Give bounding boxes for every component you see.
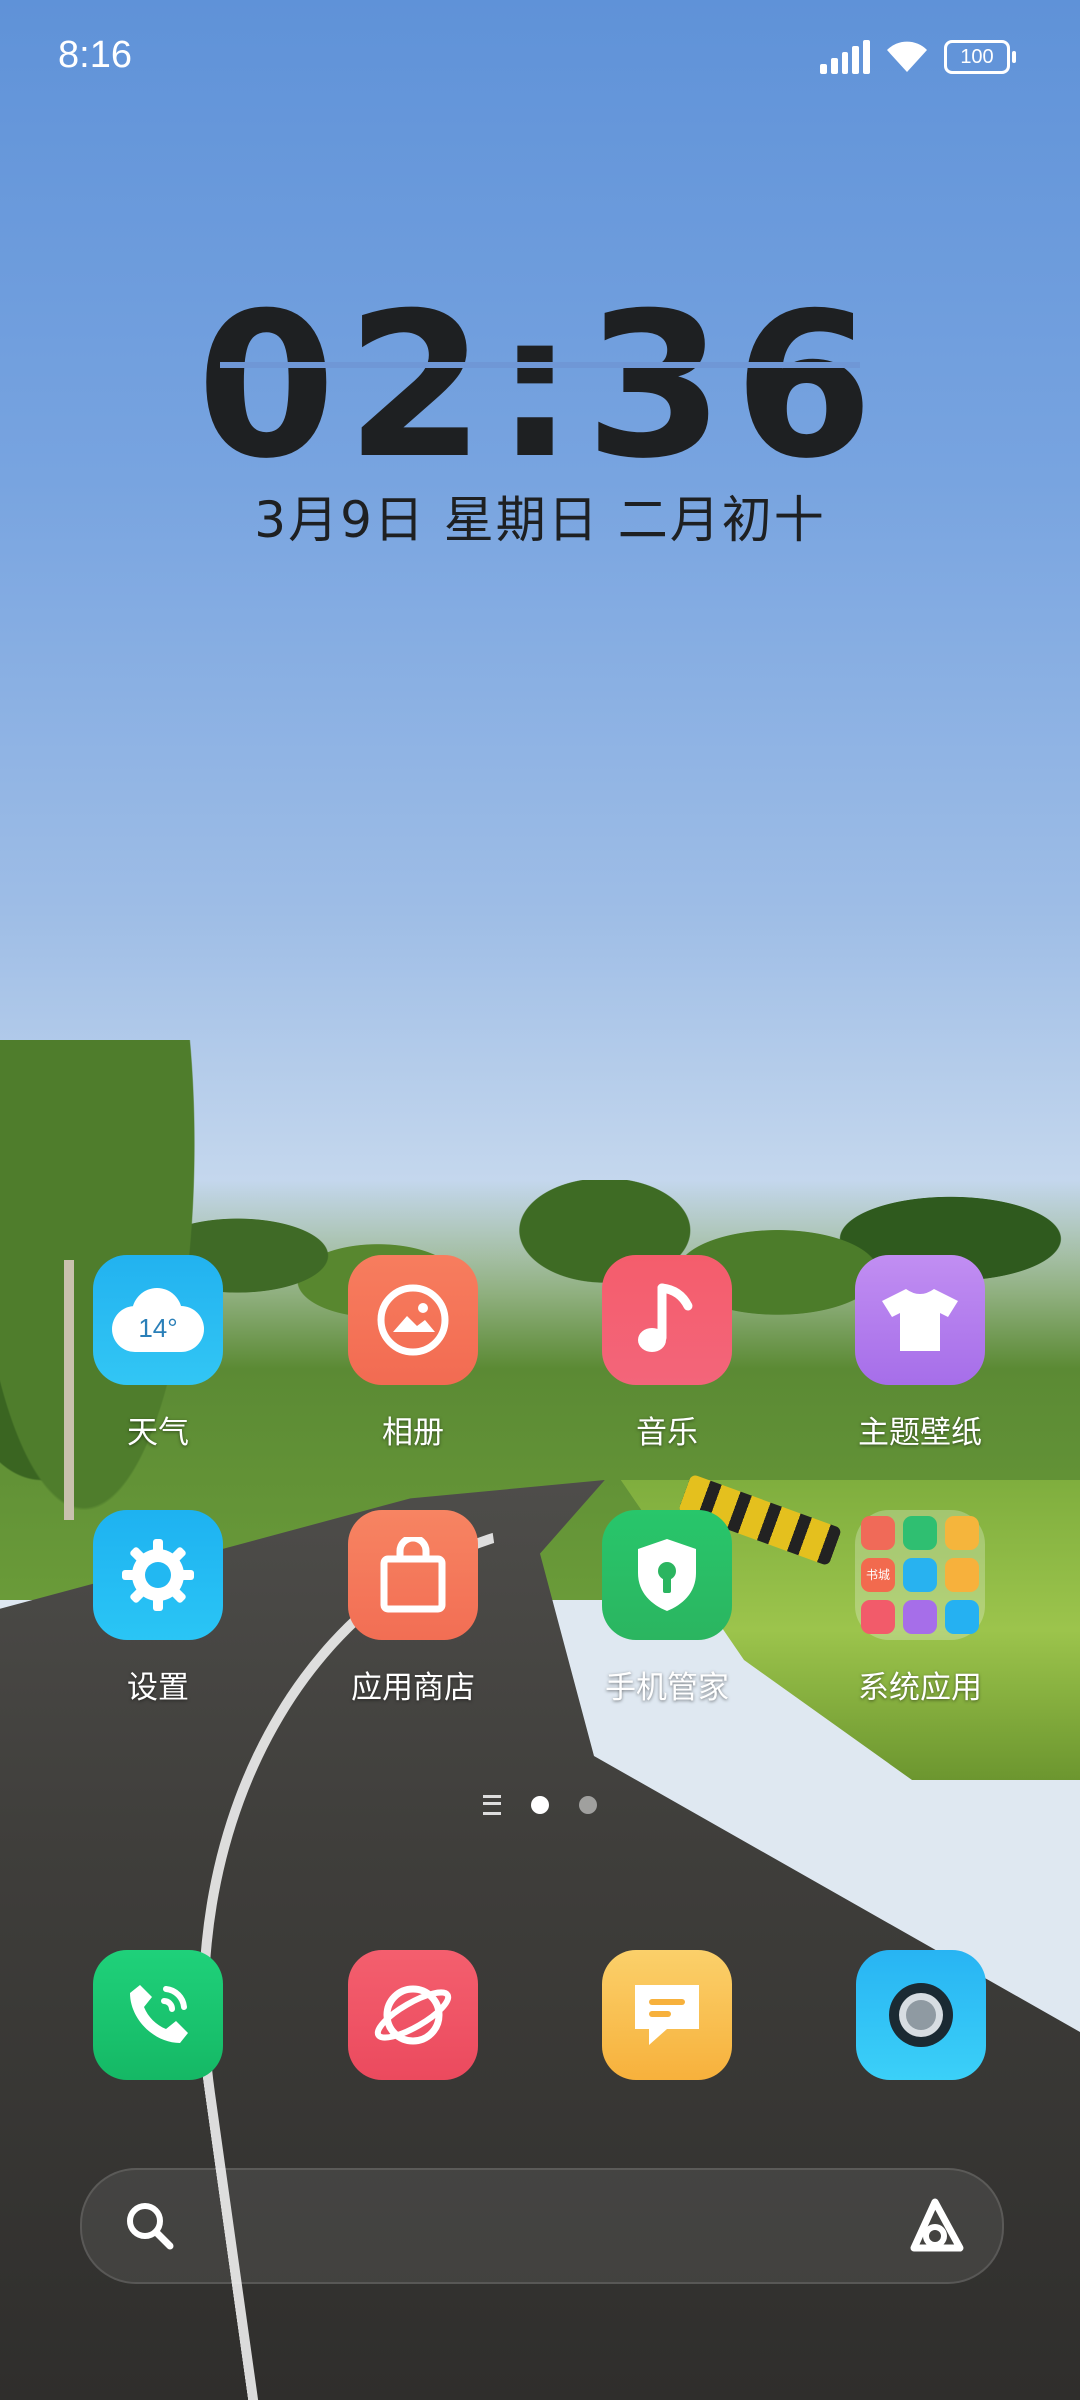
clock-divider [220, 362, 860, 368]
page-dot[interactable] [579, 1796, 597, 1814]
home-screen: 8:16 100 02:36 3月9日 星期日 二月初十 14° 天气 相册 音… [0, 0, 1080, 2400]
page-dot-active[interactable] [531, 1796, 549, 1814]
shield-lock-icon [602, 1510, 732, 1640]
folder-icon: 书城 [855, 1510, 985, 1640]
app-themes[interactable]: 主题壁纸 [820, 1255, 1020, 1452]
app-label: 手机管家 [605, 1670, 729, 1706]
search-icon[interactable] [122, 2198, 178, 2254]
weather-temp: 14° [138, 1313, 178, 1343]
app-label: 主题壁纸 [858, 1415, 982, 1451]
folder-system-apps[interactable]: 书城 系统应用 [820, 1510, 1020, 1707]
assistant-icon[interactable] [904, 2196, 966, 2256]
clock-widget-time[interactable]: 02:36 [0, 270, 1080, 503]
app-label: 天气 [127, 1415, 189, 1451]
app-label: 相册 [382, 1415, 444, 1451]
app-music[interactable]: 音乐 [567, 1255, 767, 1452]
gear-icon [93, 1510, 223, 1640]
app-label: 系统应用 [858, 1670, 982, 1706]
app-drawer-icon[interactable] [483, 1795, 501, 1815]
weather-icon: 14° [93, 1255, 223, 1385]
messages-app-icon[interactable] [602, 1950, 732, 2080]
search-bar[interactable] [80, 2168, 1004, 2284]
shopping-bag-icon [348, 1510, 478, 1640]
app-gallery[interactable]: 相册 [313, 1255, 513, 1452]
app-label: 音乐 [636, 1415, 698, 1451]
app-weather[interactable]: 14° 天气 [58, 1255, 258, 1452]
status-time: 8:16 [58, 34, 132, 76]
clock-widget-date[interactable]: 3月9日 星期日 二月初十 [0, 480, 1080, 552]
app-label: 设置 [127, 1670, 189, 1706]
app-security[interactable]: 手机管家 [567, 1510, 767, 1707]
tshirt-icon [855, 1255, 985, 1385]
music-note-icon [602, 1255, 732, 1385]
status-bar: 8:16 100 [0, 0, 1080, 110]
page-indicator[interactable] [0, 1795, 1080, 1815]
app-settings[interactable]: 设置 [58, 1510, 258, 1707]
phone-app-icon[interactable] [93, 1950, 223, 2080]
camera-app-icon[interactable] [856, 1950, 986, 2080]
app-label: 应用商店 [351, 1670, 475, 1706]
folder-mini-book-icon: 书城 [861, 1558, 895, 1592]
app-store[interactable]: 应用商店 [313, 1510, 513, 1707]
gallery-icon [348, 1255, 478, 1385]
battery-icon: 100 [944, 40, 1016, 74]
signal-icon [820, 40, 870, 74]
wifi-icon [887, 41, 927, 72]
browser-app-icon[interactable] [348, 1950, 478, 2080]
